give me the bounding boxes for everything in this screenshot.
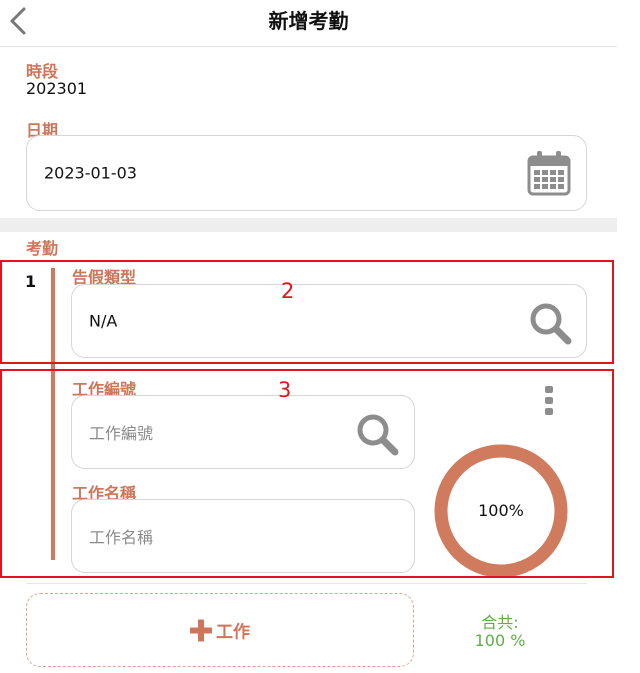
calendar-icon[interactable] xyxy=(527,150,571,196)
annotation-number-2: 2 xyxy=(281,279,295,303)
total-value: 100 % xyxy=(474,631,526,650)
add-job-label: 工作 xyxy=(216,622,250,643)
period-value: 202301 xyxy=(26,79,88,98)
section-divider xyxy=(0,218,617,232)
add-job-button[interactable]: 工作 xyxy=(26,593,414,667)
date-value: 2023-01-03 xyxy=(44,163,137,183)
page-title: 新增考勤 xyxy=(268,9,349,33)
divider xyxy=(26,583,587,584)
header-bar: 新增考勤 xyxy=(0,0,617,47)
plus-icon xyxy=(190,619,212,642)
total-label: 合共: xyxy=(481,613,519,632)
annotation-box-3 xyxy=(0,369,614,578)
annotation-number-3: 3 xyxy=(278,378,292,402)
add-job-content: 工作 xyxy=(27,618,413,643)
date-field[interactable]: 2023-01-03 xyxy=(26,135,587,211)
annotation-box-2 xyxy=(0,260,614,364)
attendance-label: 考勤 xyxy=(26,239,59,258)
